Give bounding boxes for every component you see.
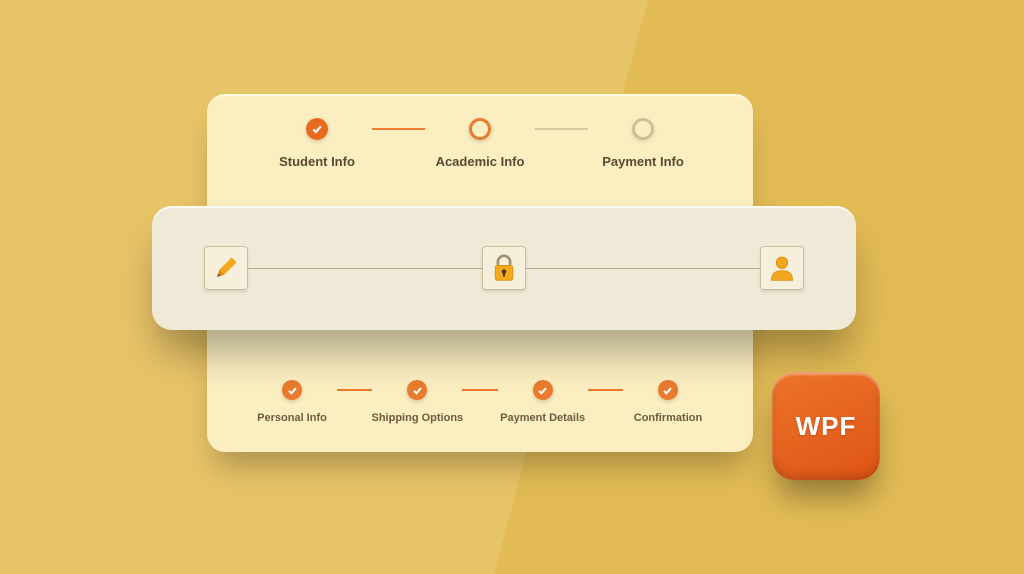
step-connector [588, 389, 623, 391]
lock-icon [490, 253, 518, 283]
step-shipping-options[interactable]: Shipping Options [372, 380, 462, 424]
step-label: Payment Details [500, 412, 585, 424]
badge-label: WPF [796, 411, 857, 442]
icon-stepper [152, 246, 856, 290]
step-connector [337, 389, 372, 391]
step-security[interactable] [482, 246, 526, 290]
pencil-icon [213, 255, 239, 281]
check-icon [282, 380, 302, 400]
step-connector [535, 128, 588, 130]
check-icon [533, 380, 553, 400]
check-icon [407, 380, 427, 400]
step-confirmation[interactable]: Confirmation [623, 380, 713, 424]
step-label: Shipping Options [372, 412, 464, 424]
step-connector [526, 268, 760, 269]
check-icon [658, 380, 678, 400]
step-edit[interactable] [204, 246, 248, 290]
step-label: Personal Info [257, 412, 327, 424]
step-payment-details[interactable]: Payment Details [498, 380, 588, 424]
ring-icon [469, 118, 491, 140]
step-connector [372, 128, 425, 130]
top-stepper: Student Info Academic Info Payment Info [262, 118, 698, 169]
step-connector [248, 268, 482, 269]
check-icon [306, 118, 328, 140]
step-payment-info[interactable]: Payment Info [588, 118, 698, 169]
step-label: Payment Info [602, 154, 684, 169]
step-academic-info[interactable]: Academic Info [425, 118, 535, 169]
user-icon [768, 254, 796, 282]
bottom-stepper: Personal Info Shipping Options Payment D… [247, 380, 713, 424]
step-connector [462, 389, 497, 391]
step-account[interactable] [760, 246, 804, 290]
front-card [152, 206, 856, 330]
wpf-badge: WPF [772, 372, 880, 480]
empty-circle-icon [632, 118, 654, 140]
step-label: Student Info [279, 154, 355, 169]
step-label: Academic Info [436, 154, 525, 169]
step-label: Confirmation [634, 412, 702, 424]
step-student-info[interactable]: Student Info [262, 118, 372, 169]
step-personal-info[interactable]: Personal Info [247, 380, 337, 424]
